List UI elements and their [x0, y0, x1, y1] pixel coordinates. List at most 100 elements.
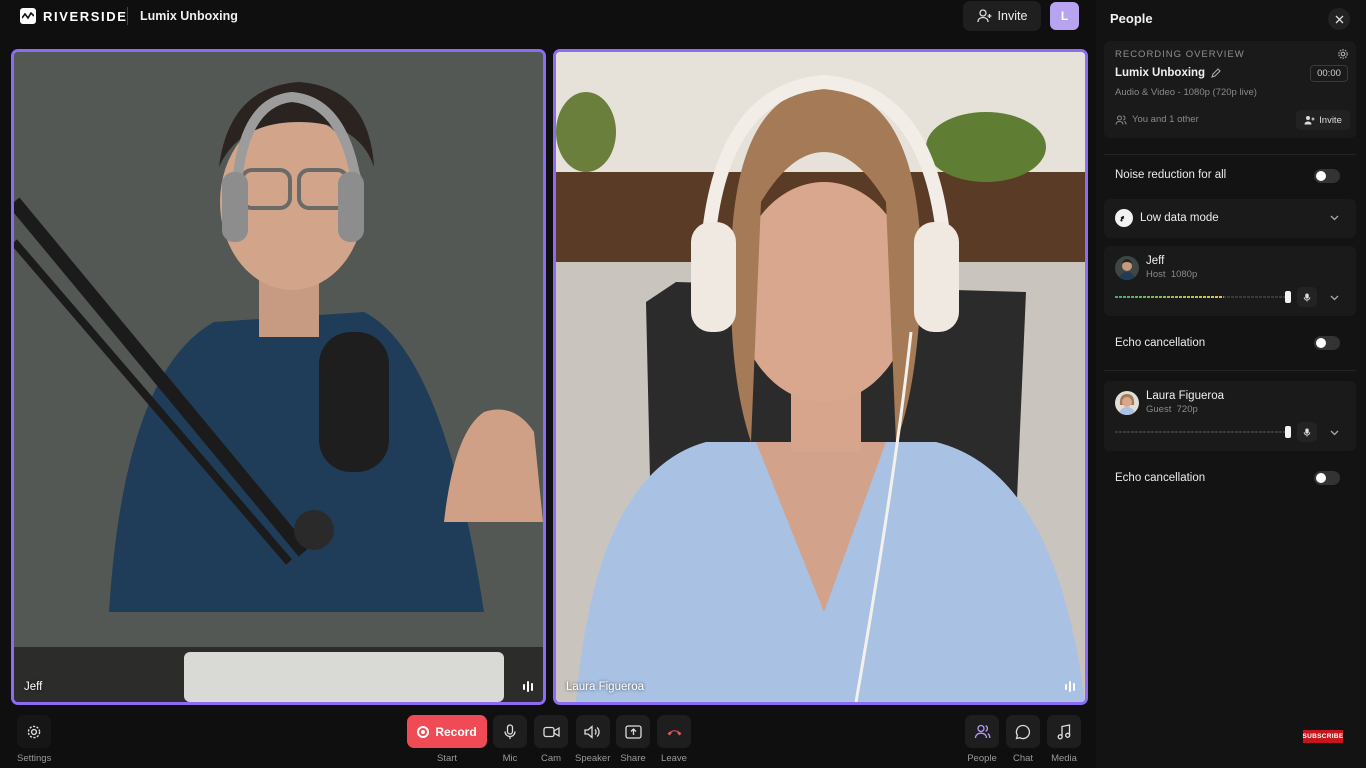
user-avatar[interactable]: L: [1050, 2, 1079, 30]
jeff-video-feed: [14, 52, 543, 702]
pencil-icon[interactable]: [1211, 68, 1221, 78]
people-label: People: [967, 753, 997, 764]
chat-control[interactable]: Chat: [1006, 715, 1040, 764]
low-data-icon: [1115, 209, 1133, 227]
participant-name: Jeff: [1146, 255, 1165, 267]
speaker-label: Speaker: [575, 753, 611, 764]
record-label: Record: [435, 724, 477, 739]
people-panel: People RECORDING OVERVIEW Lumix Unboxing…: [1096, 0, 1366, 768]
hang-up-icon: [667, 729, 681, 735]
audio-level-icon: [523, 681, 533, 692]
speaker-icon: [584, 724, 600, 739]
participants-summary: You and 1 other: [1115, 114, 1199, 125]
share-button[interactable]: [616, 715, 650, 748]
record-icon: [417, 725, 430, 738]
invite-button-small[interactable]: Invite: [1296, 110, 1350, 130]
microphone-icon: [1303, 428, 1311, 436]
brand-name: RIVERSIDE: [43, 8, 128, 24]
leave-control[interactable]: Leave: [657, 715, 691, 764]
cam-button[interactable]: [534, 715, 568, 748]
participant-role-text: Host: [1146, 269, 1166, 280]
share-control[interactable]: Share: [616, 715, 650, 764]
riverside-logo-icon: [20, 8, 36, 24]
microphone-icon: [504, 723, 516, 739]
chevron-down-icon[interactable]: [1330, 215, 1339, 221]
recording-name[interactable]: Lumix Unboxing: [1115, 67, 1221, 79]
participant-role: Guest 720p: [1146, 404, 1224, 415]
leave-button[interactable]: [657, 715, 691, 748]
invite-small-label: Invite: [1319, 114, 1342, 126]
people-button[interactable]: [965, 715, 999, 748]
media-label: Media: [1051, 753, 1077, 764]
audio-level-icon: [1065, 681, 1075, 692]
panel-title: People: [1110, 11, 1153, 26]
add-person-icon: [1304, 116, 1315, 125]
cam-label: Cam: [540, 753, 562, 764]
participant-info: Jeff Host 1080p: [1146, 255, 1197, 280]
leave-label: Leave: [661, 753, 687, 764]
people-control[interactable]: People: [965, 715, 999, 764]
invite-button[interactable]: Invite: [963, 1, 1041, 31]
close-panel-button[interactable]: [1328, 8, 1350, 30]
video-tile-laura-figueroa[interactable]: Laura Figueroa: [553, 49, 1088, 705]
echo-cancellation-toggle-laura[interactable]: [1314, 471, 1340, 485]
avatar: [1115, 391, 1139, 415]
mic-button[interactable]: [1297, 422, 1317, 442]
chat-button[interactable]: [1006, 715, 1040, 748]
mic-label: Mic: [502, 753, 518, 764]
close-icon: [1335, 15, 1343, 23]
record-control[interactable]: Record Start: [407, 715, 487, 764]
settings-button[interactable]: [17, 715, 52, 748]
project-title[interactable]: Lumix Unboxing: [140, 9, 238, 23]
recording-overview-heading: RECORDING OVERVIEW: [1115, 49, 1245, 60]
microphone-icon: [1303, 293, 1311, 301]
echo-cancellation-label: Echo cancellation: [1115, 472, 1206, 484]
settings-control[interactable]: Settings: [17, 715, 51, 764]
low-data-mode-label: Low data mode: [1140, 212, 1219, 224]
divider: [1104, 370, 1356, 371]
noise-reduction-label: Noise reduction for all: [1115, 169, 1227, 181]
chat-icon: [1015, 724, 1031, 739]
participant-name-label: Laura Figueroa: [566, 681, 644, 693]
mic-control[interactable]: Mic: [493, 715, 527, 764]
participant-card-jeff: Jeff Host 1080p: [1104, 246, 1356, 316]
speaker-button[interactable]: [575, 715, 610, 748]
avatar: [1115, 256, 1139, 280]
chevron-down-icon[interactable]: [1330, 295, 1339, 301]
participant-role: Host 1080p: [1146, 269, 1197, 280]
audio-level-meter: [1115, 296, 1290, 298]
video-tile-jeff[interactable]: Jeff: [11, 49, 546, 705]
screen-share-icon: [624, 724, 642, 739]
riverside-logo[interactable]: RIVERSIDE: [20, 8, 127, 24]
laura-video-feed: [556, 52, 1085, 702]
divider: [1104, 154, 1356, 155]
start-label: Start: [436, 753, 458, 764]
record-button[interactable]: Record: [407, 715, 487, 748]
media-control[interactable]: Media: [1047, 715, 1081, 764]
people-icon: [1115, 115, 1127, 125]
participant-info: Laura Figueroa Guest 720p: [1146, 390, 1224, 415]
media-button[interactable]: [1047, 715, 1081, 748]
participant-name-label: Jeff: [24, 681, 43, 693]
top-bar: RIVERSIDE Lumix Unboxing Invite L: [0, 0, 1096, 34]
low-data-mode-row[interactable]: Low data mode: [1104, 199, 1356, 238]
gear-icon[interactable]: [1337, 48, 1349, 60]
people-icon: [974, 724, 990, 739]
audio-level-meter: [1115, 431, 1290, 433]
recording-timer: 00:00: [1310, 65, 1348, 82]
subscribe-badge[interactable]: SUBSCRIBE: [1303, 730, 1343, 743]
noise-reduction-toggle[interactable]: [1314, 169, 1340, 183]
participant-quality: 1080p: [1170, 269, 1198, 280]
mic-button[interactable]: [1297, 287, 1317, 307]
cam-control[interactable]: Cam: [534, 715, 568, 764]
echo-cancellation-toggle-jeff[interactable]: [1314, 336, 1340, 350]
volume-slider-handle[interactable]: [1285, 426, 1291, 438]
volume-slider-handle[interactable]: [1285, 291, 1291, 303]
chat-label: Chat: [1012, 753, 1034, 764]
speaker-control[interactable]: Speaker: [575, 715, 610, 764]
echo-cancellation-label: Echo cancellation: [1115, 337, 1206, 349]
divider: [127, 7, 128, 25]
chevron-down-icon[interactable]: [1330, 430, 1339, 436]
mic-button[interactable]: [493, 715, 527, 748]
recording-name-text: Lumix Unboxing: [1115, 67, 1206, 79]
